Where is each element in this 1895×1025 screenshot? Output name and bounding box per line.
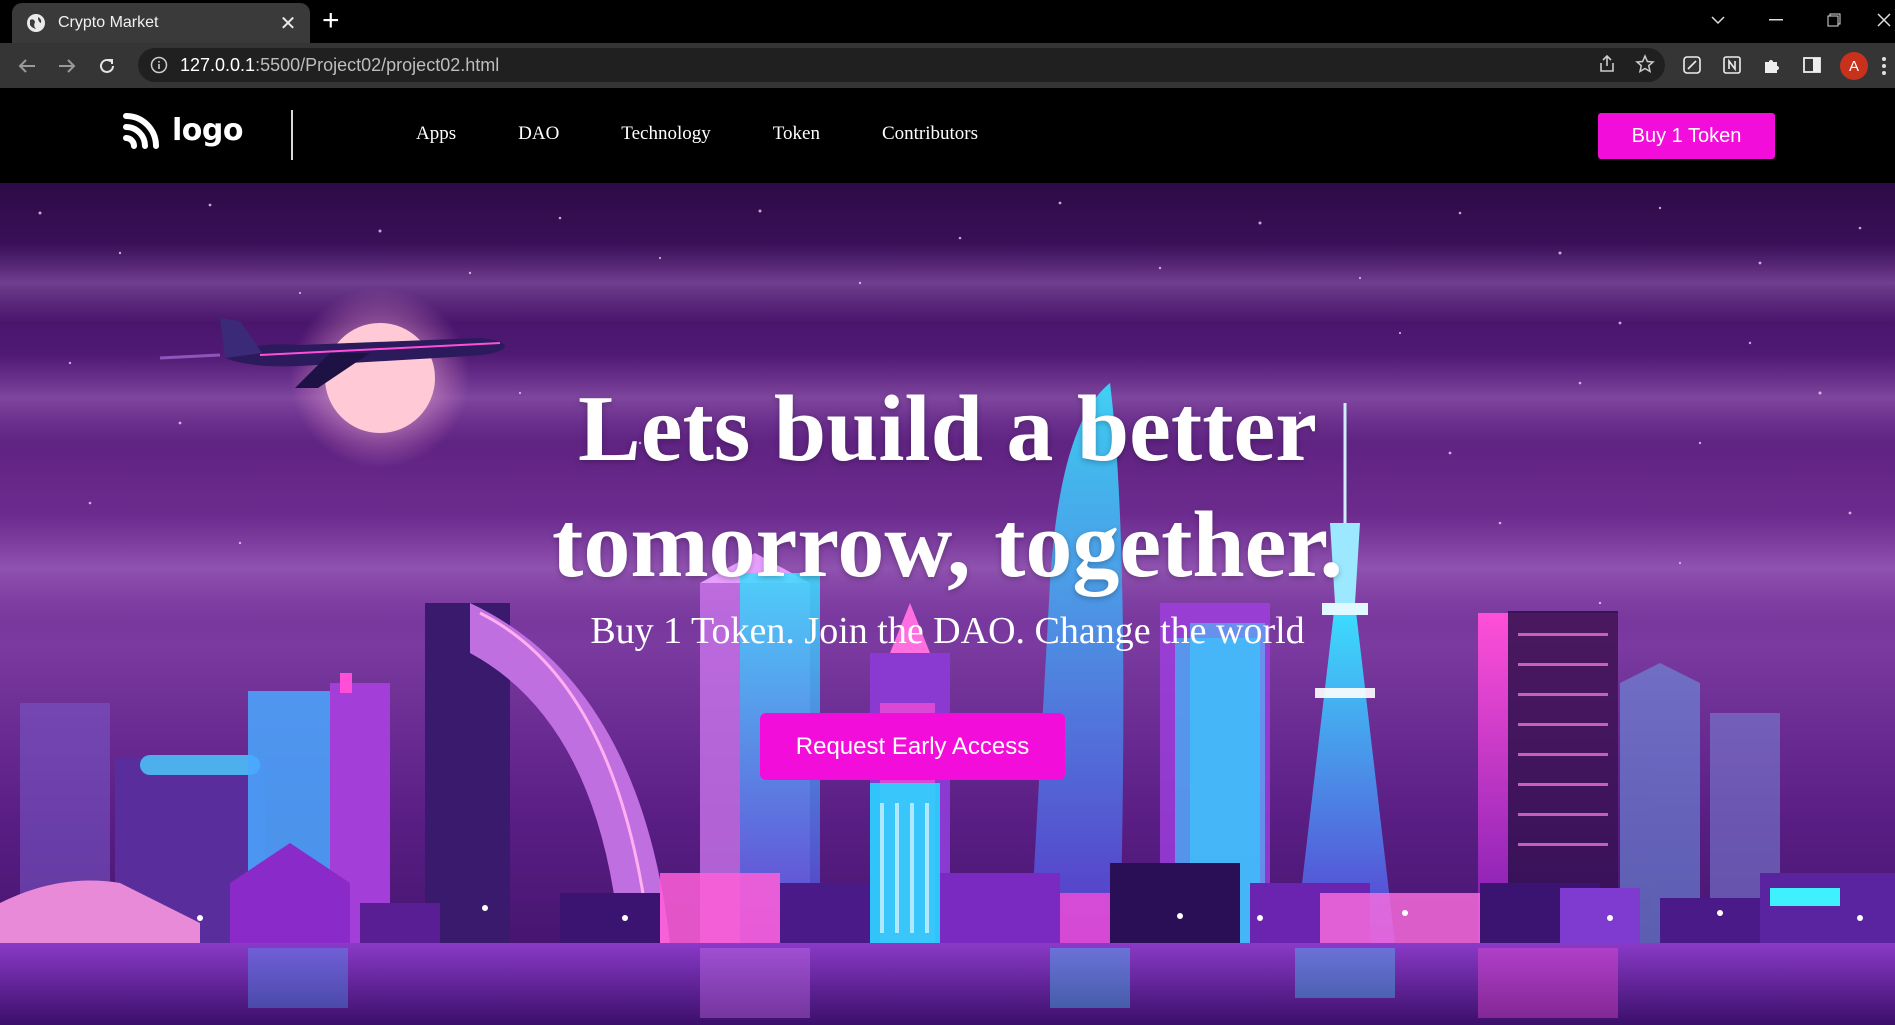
side-panel-icon[interactable] (1800, 53, 1824, 77)
hero-headline-line-2: tomorrow, together. (552, 493, 1343, 597)
forward-icon[interactable] (52, 51, 82, 81)
site-logo[interactable]: logo (122, 110, 243, 150)
back-icon[interactable] (12, 51, 42, 81)
hero-headline: Lets build a better tomorrow, together. (0, 371, 1895, 603)
hero-section: Lets build a better tomorrow, together. … (0, 183, 1895, 1025)
nav-divider (291, 110, 293, 160)
browser-menu-icon[interactable] (1882, 57, 1886, 78)
rss-logo-icon (123, 113, 159, 149)
minimize-icon[interactable] (1748, 0, 1804, 40)
bookmark-star-icon[interactable] (1635, 54, 1655, 74)
nav-link-contributors[interactable]: Contributors (882, 123, 978, 145)
city-skyline-illustration (0, 201, 1895, 1025)
hero-subheadline: Buy 1 Token. Join the DAO. Change the wo… (590, 610, 1305, 652)
puzzle-extensions-icon[interactable] (1760, 53, 1784, 77)
url-text: 127.0.0.1:5500/Project02/project02.html (180, 55, 499, 76)
url-host: 127.0.0.1 (180, 54, 256, 75)
nav-link-apps[interactable]: Apps (416, 123, 456, 145)
site-info-icon[interactable] (150, 56, 168, 74)
tab-search-icon[interactable] (1690, 0, 1746, 40)
restore-icon[interactable] (1806, 0, 1862, 40)
extension-icon[interactable] (1680, 53, 1704, 77)
site-navbar: logo Apps DAO Technology Token Contribut… (0, 88, 1895, 183)
address-bar[interactable]: 127.0.0.1:5500/Project02/project02.html (138, 48, 1665, 82)
buy-token-button[interactable]: Buy 1 Token (1598, 113, 1775, 159)
share-icon[interactable] (1597, 54, 1617, 74)
tab-close-icon[interactable]: ✕ (274, 11, 302, 36)
browser-toolbar: 127.0.0.1:5500/Project02/project02.html … (0, 43, 1895, 88)
tab-title: Crypto Market (58, 14, 159, 31)
reload-icon[interactable] (92, 51, 122, 81)
nav-link-dao[interactable]: DAO (518, 123, 559, 145)
globe-icon (27, 14, 45, 32)
logo-text: logo (172, 112, 243, 148)
request-early-access-button[interactable]: Request Early Access (760, 713, 1065, 780)
hero-headline-line-1: Lets build a better (578, 377, 1317, 481)
notion-icon[interactable] (1720, 53, 1744, 77)
nav-link-technology[interactable]: Technology (621, 123, 710, 145)
url-path: :5500/Project02/project02.html (255, 54, 500, 75)
close-window-icon[interactable] (1864, 0, 1895, 40)
profile-avatar[interactable]: A (1840, 52, 1868, 80)
browser-tabbar: Crypto Market ✕ + (0, 0, 1895, 43)
nav-link-token[interactable]: Token (773, 123, 820, 145)
browser-tab[interactable]: Crypto Market ✕ (12, 3, 310, 43)
nav-links: Apps DAO Technology Token Contributors (416, 123, 978, 145)
new-tab-icon[interactable]: + (322, 6, 340, 36)
